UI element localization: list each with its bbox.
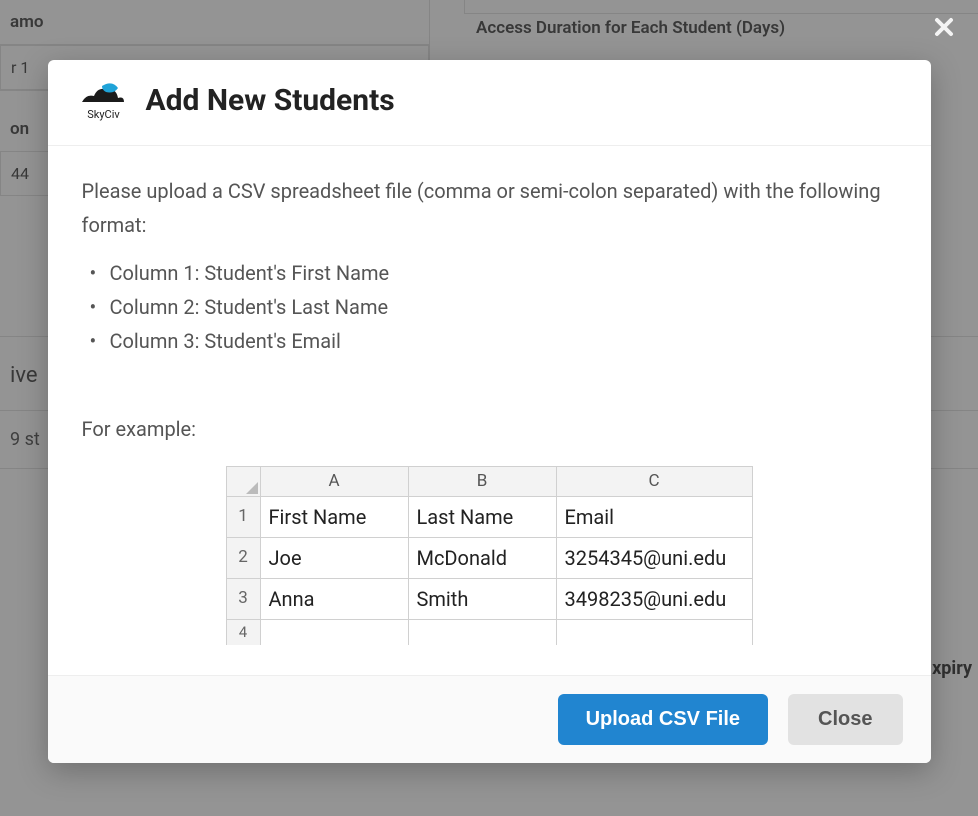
row-number: 2 — [226, 537, 260, 578]
cell-first: Joe — [260, 537, 408, 578]
logo-caption: SkyCiv — [87, 108, 119, 121]
cell-last: McDonald — [408, 537, 556, 578]
close-icon[interactable] — [934, 14, 954, 44]
sheet-corner — [226, 467, 260, 497]
modal-body: Please upload a CSV spreadsheet file (co… — [48, 146, 931, 675]
cell-email: 3498235@uni.edu — [556, 578, 752, 619]
upload-instructions: Please upload a CSV spreadsheet file (co… — [82, 174, 897, 242]
skyciv-logo: SkyCiv — [78, 80, 130, 121]
upload-csv-button[interactable]: Upload CSV File — [558, 694, 768, 745]
add-students-modal: SkyCiv Add New Students Please upload a … — [48, 60, 931, 763]
format-list: Column 1: Student's First Name Column 2:… — [82, 256, 897, 358]
cell-email-header: Email — [556, 496, 752, 537]
cell-first: Anna — [260, 578, 408, 619]
table-row: 2 Joe McDonald 3254345@uni.edu — [226, 537, 752, 578]
modal-header: SkyCiv Add New Students — [48, 60, 931, 146]
cell-last: Smith — [408, 578, 556, 619]
format-item-1: Column 1: Student's First Name — [82, 256, 897, 290]
modal-title: Add New Students — [146, 83, 395, 118]
table-row: 1 First Name Last Name Email — [226, 496, 752, 537]
row-number: 3 — [226, 578, 260, 619]
example-spreadsheet: A B C 1 First Name Last Name Email 2 Joe… — [226, 466, 753, 645]
close-button[interactable]: Close — [788, 694, 902, 745]
table-row: 4 — [226, 619, 752, 645]
row-number: 1 — [226, 496, 260, 537]
example-label: For example: — [82, 412, 897, 446]
col-header-c: C — [556, 467, 752, 497]
cell-first-header: First Name — [260, 496, 408, 537]
modal-footer: Upload CSV File Close — [48, 675, 931, 763]
cell-email: 3254345@uni.edu — [556, 537, 752, 578]
table-row: 3 Anna Smith 3498235@uni.edu — [226, 578, 752, 619]
col-header-a: A — [260, 467, 408, 497]
format-item-3: Column 3: Student's Email — [82, 324, 897, 358]
row-number: 4 — [226, 619, 260, 645]
format-item-2: Column 2: Student's Last Name — [82, 290, 897, 324]
col-header-b: B — [408, 467, 556, 497]
modal-overlay: SkyCiv Add New Students Please upload a … — [0, 0, 978, 816]
cell-last-header: Last Name — [408, 496, 556, 537]
